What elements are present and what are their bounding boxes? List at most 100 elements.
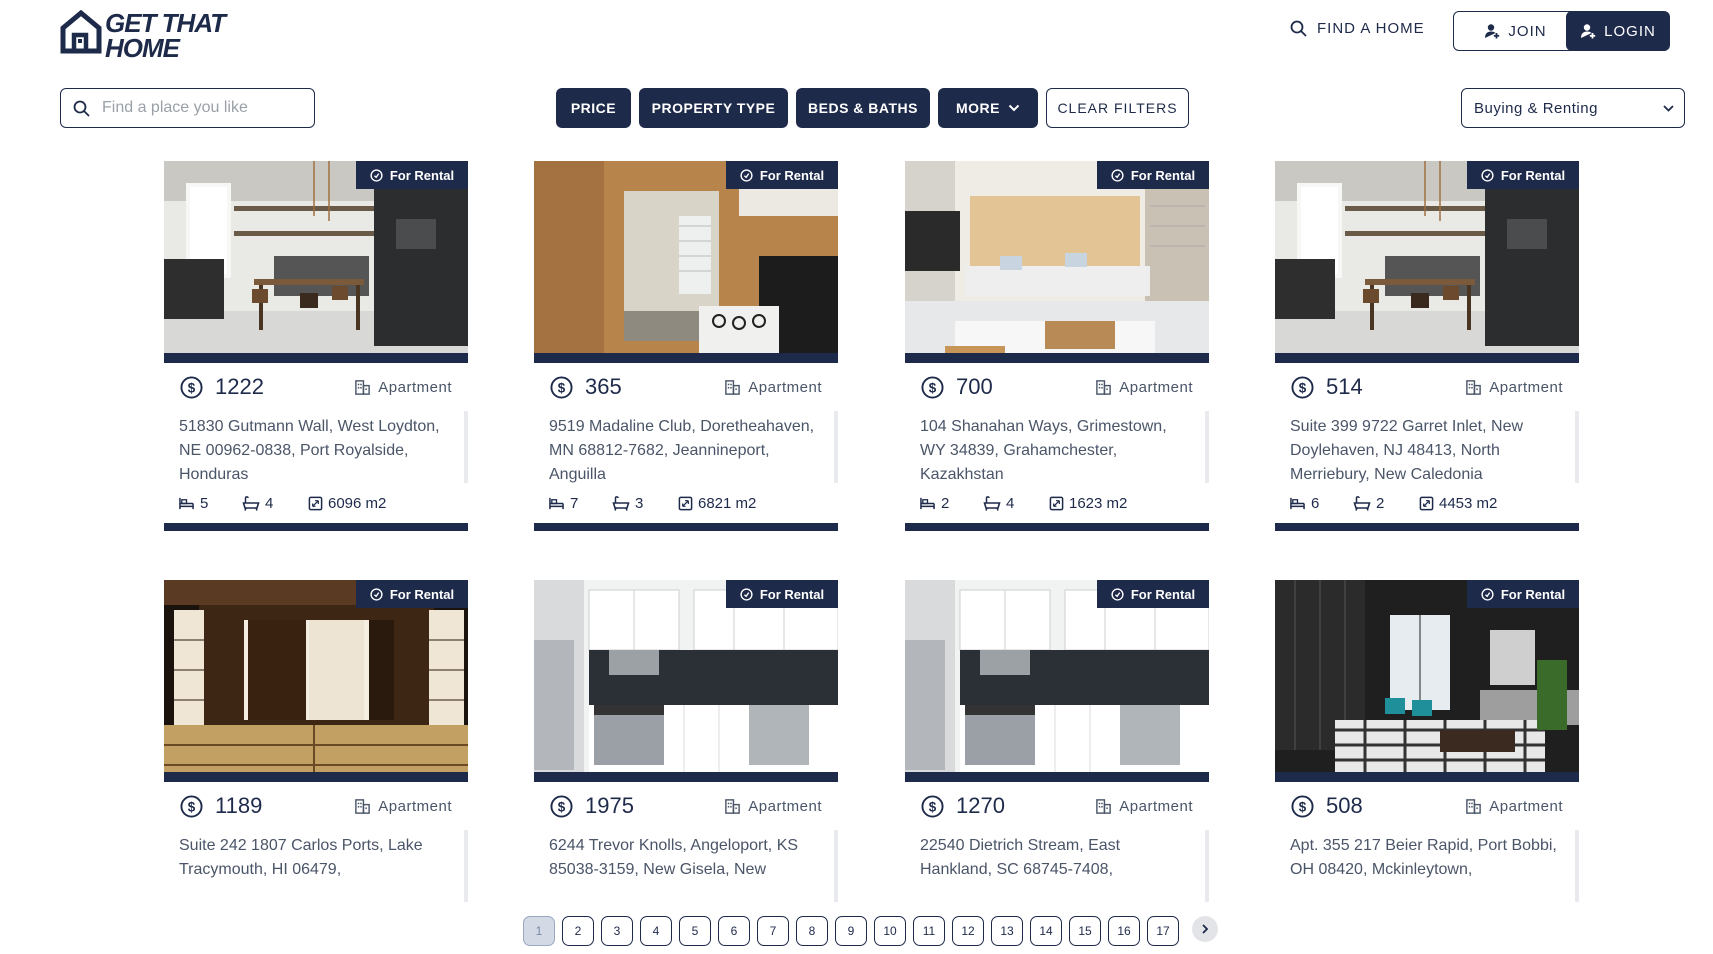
beds-count: 5 [178,495,242,512]
bath-icon [612,495,630,511]
property-type-label: Apartment [1119,797,1193,815]
features-row: 7 3 6821 m2 [534,483,838,523]
property-type: Apartment [1095,798,1193,815]
baths-value: 3 [635,494,644,512]
next-page-button[interactable] [1192,916,1218,942]
building-icon [1095,379,1112,396]
listing-price: 700 [956,374,993,399]
property-type-filter-button[interactable]: PROPERTY TYPE [639,88,788,128]
badge-label: For Rental [1130,586,1196,602]
listing-card[interactable]: For Rental 365 Apartment 9519 Madaline C… [534,161,838,531]
listing-photo[interactable]: For Rental [905,580,1209,782]
page-button-13[interactable]: 13 [991,916,1023,946]
beds-baths-filter-button[interactable]: BEDS & BATHS [796,88,930,128]
page-button-11[interactable]: 11 [913,916,945,946]
listing-photo[interactable]: For Rental [1275,580,1579,782]
area-value: 1623 m2 [1069,494,1128,512]
login-button[interactable]: LOGIN [1566,11,1670,51]
login-label: LOGIN [1604,22,1656,40]
bed-icon [178,496,195,511]
clear-filters-button[interactable]: CLEAR FILTERS [1046,88,1189,128]
page-button-4[interactable]: 4 [640,916,672,946]
listing-photo[interactable]: For Rental [534,580,838,782]
page-button-17[interactable]: 17 [1147,916,1179,946]
dollar-icon [180,376,203,399]
page-button-15[interactable]: 15 [1069,916,1101,946]
for-rental-badge: For Rental [1097,161,1209,189]
listing-price: 514 [1326,374,1363,399]
beds-count: 2 [919,495,983,512]
listing-photo[interactable]: For Rental [164,161,468,363]
badge-check-icon [370,588,383,601]
page-button-10[interactable]: 10 [874,916,906,946]
listing-card[interactable]: For Rental 1189 Apartment Suite 242 1807… [164,580,468,902]
listing-price: 1222 [215,374,264,399]
price-row: 1222 Apartment [164,363,468,411]
building-icon [1095,798,1112,815]
listing-address: Apt. 355 217 Beier Rapid, Port Bobbi, OH… [1275,830,1579,902]
for-rental-badge: For Rental [356,580,468,608]
page-button-16[interactable]: 16 [1108,916,1140,946]
listing-card[interactable]: For Rental 514 Apartment Suite 399 9722 … [1275,161,1579,531]
chevron-down-icon [1663,104,1674,112]
price-row: 1975 Apartment [534,782,838,830]
dollar-icon [921,376,944,399]
listing-card[interactable]: For Rental 1975 Apartment 6244 Trevor Kn… [534,580,838,902]
dollar-icon [180,795,203,818]
listing-price: 365 [585,374,622,399]
photo-bar [905,353,1209,363]
pagination: 1 2 3 4 5 6 7 8 9 10 11 12 13 14 15 16 17 [523,916,1218,946]
listing-price: 508 [1326,793,1363,818]
area-size: 6096 m2 [308,495,386,512]
page-button-5[interactable]: 5 [679,916,711,946]
baths-value: 2 [1376,494,1385,512]
area-icon [1049,496,1064,511]
listing-card[interactable]: For Rental 700 Apartment 104 Shanahan Wa… [905,161,1209,531]
listing-photo[interactable]: For Rental [164,580,468,782]
listing-card[interactable]: For Rental 508 Apartment Apt. 355 217 Be… [1275,580,1579,902]
property-type-filter-label: PROPERTY TYPE [651,100,776,116]
area-value: 4453 m2 [1439,494,1498,512]
badge-label: For Rental [389,167,455,183]
page-button-3[interactable]: 3 [601,916,633,946]
price-row: 1270 Apartment [905,782,1209,830]
listing-card[interactable]: For Rental 1222 Apartment 51830 Gutmann … [164,161,468,531]
listing-photo[interactable]: For Rental [1275,161,1579,363]
listing-price: 1189 [215,793,263,818]
page-button-14[interactable]: 14 [1030,916,1062,946]
page-button-1[interactable]: 1 [523,916,555,946]
features-row: 6 2 4453 m2 [1275,483,1579,523]
price-filter-label: PRICE [570,100,617,116]
photo-bar [1275,353,1579,363]
page-button-6[interactable]: 6 [718,916,750,946]
more-filter-button[interactable]: MORE [938,88,1038,128]
listing-mode-value: Buying & Renting [1474,99,1598,117]
listing-address: 9519 Madaline Club, Doretheahaven, MN 68… [534,411,838,483]
page-button-12[interactable]: 12 [952,916,984,946]
page-button-2[interactable]: 2 [562,916,594,946]
listing-photo[interactable]: For Rental [534,161,838,363]
logo[interactable]: GET THAT HOME [60,10,226,61]
listing-mode-select[interactable]: Buying & Renting [1461,88,1685,128]
property-type-label: Apartment [378,378,452,396]
search-input[interactable] [102,99,292,117]
badge-check-icon [1481,588,1494,601]
listing-price: 1975 [585,793,634,818]
beds-count: 6 [1289,495,1353,512]
page-button-9[interactable]: 9 [835,916,867,946]
property-type: Apartment [724,798,822,815]
page-button-8[interactable]: 8 [796,916,828,946]
for-rental-badge: For Rental [726,580,838,608]
join-button[interactable]: JOIN [1453,11,1578,51]
listing-address: Suite 399 9722 Garret Inlet, New Doyleha… [1275,411,1579,483]
search-box[interactable] [60,88,315,128]
page-button-7[interactable]: 7 [757,916,789,946]
listing-photo[interactable]: For Rental [905,161,1209,363]
listing-card[interactable]: For Rental 1270 Apartment 22540 Dietrich… [905,580,1209,902]
for-rental-badge: For Rental [726,161,838,189]
badge-check-icon [1111,588,1124,601]
find-a-home-link[interactable]: FIND A HOME [1290,20,1425,37]
listing-address: 22540 Dietrich Stream, East Hankland, SC… [905,830,1209,902]
search-icon [73,100,90,116]
price-filter-button[interactable]: PRICE [556,88,631,128]
